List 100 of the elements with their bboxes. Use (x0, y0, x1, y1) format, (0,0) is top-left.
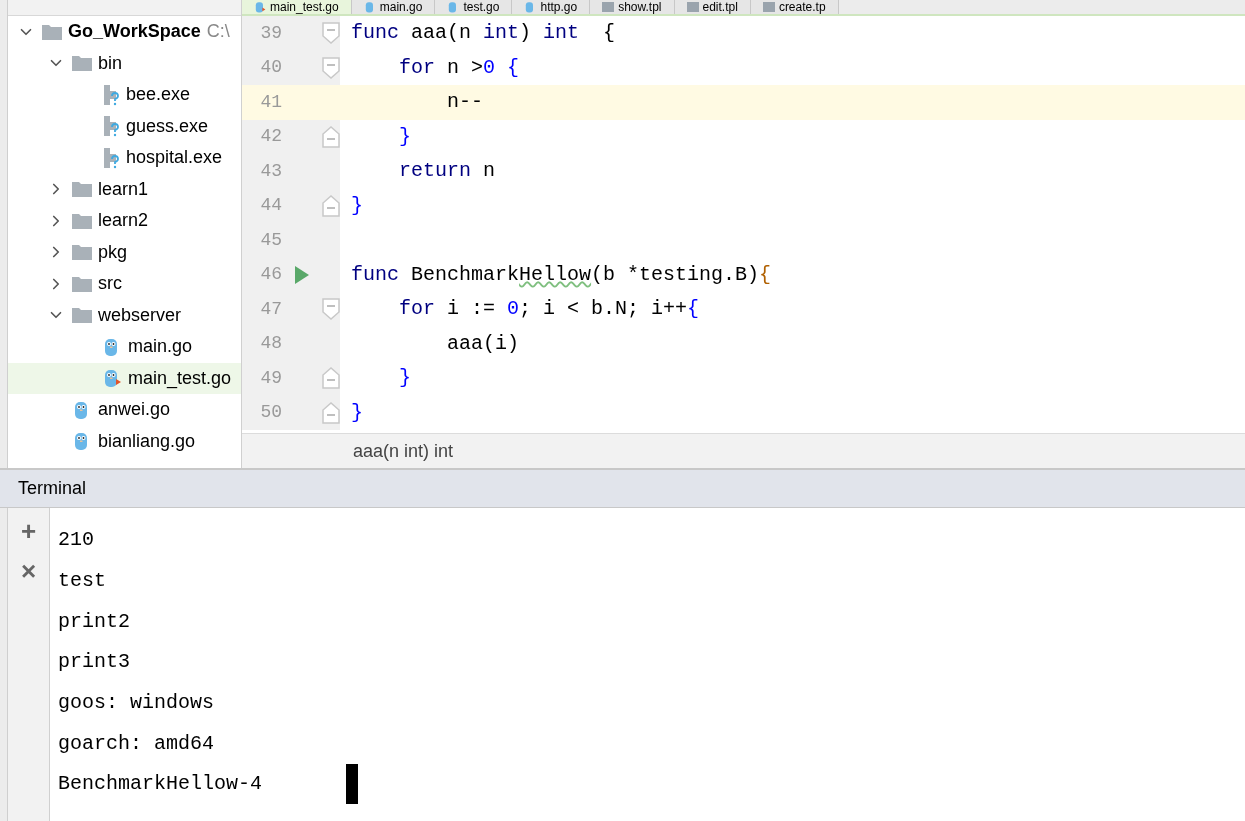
folder-icon (72, 307, 92, 324)
code-line: for i := 0; i < b.N; i++{ (398, 296, 700, 323)
tab-label: create.tp (778, 1, 826, 13)
folder-icon (72, 181, 92, 198)
folder-icon (42, 23, 62, 40)
tab-label: main_test.go (270, 1, 339, 13)
tab-label: http.go (540, 1, 578, 13)
item-label: pkg (98, 240, 128, 264)
code-line: } (398, 365, 411, 392)
line-number: 42 (259, 125, 282, 149)
code-line: func aaa(n int) int { (350, 20, 616, 47)
code-line: for n >0 { (398, 54, 520, 81)
tree-item[interactable]: learn2 (8, 205, 241, 237)
editor-tab[interactable]: show.tpl (590, 0, 675, 14)
unknown-file-icon (102, 146, 120, 169)
folder-icon (72, 55, 92, 72)
code-line: func BenchmarkHellow(b *testing.B){ (350, 261, 772, 288)
tree-item[interactable]: hospital.exe (8, 142, 241, 174)
fold-marker-icon[interactable] (322, 298, 340, 321)
file-icon (762, 2, 775, 12)
item-label: guess.exe (126, 114, 209, 138)
terminal-line: goarch: amd64 (58, 730, 215, 757)
terminal-line: 210 (58, 527, 94, 554)
tree-item[interactable]: anwei.go (8, 394, 241, 426)
tree-item[interactable]: bianliang.go (8, 425, 241, 457)
terminal-button[interactable]: + (20, 516, 37, 546)
fold-end-marker-icon[interactable] (322, 125, 340, 148)
folder-icon (72, 244, 92, 261)
file-icon (686, 2, 699, 12)
terminal-line: print3 (58, 649, 130, 676)
tree-item[interactable]: learn1 (8, 173, 241, 205)
item-label: main_test.go (128, 366, 232, 391)
tree-item[interactable]: bee.exe (8, 79, 241, 111)
tab-label: show.tpl (618, 1, 662, 13)
tree-item[interactable]: bin (8, 47, 241, 79)
terminal-line: print2 (58, 608, 130, 635)
item-label: hospital.exe (126, 146, 223, 170)
item-path: C:\ (206, 20, 230, 44)
line-number: 49 (259, 366, 282, 390)
tree-item[interactable]: webserver (8, 299, 241, 331)
line-number: 44 (259, 194, 282, 218)
item-label: Go_WorkSpace (68, 20, 201, 44)
editor-tab[interactable]: test.go (435, 0, 513, 14)
terminal-line: BenchmarkHellow-4 (58, 771, 263, 798)
tree-item[interactable]: main.go (8, 331, 241, 363)
code-line: n-- (446, 89, 484, 116)
terminal-button[interactable]: × (20, 556, 37, 586)
editor-tab[interactable]: create.tp (750, 0, 839, 14)
folder-icon (72, 275, 92, 292)
fold-end-marker-icon[interactable] (322, 367, 340, 390)
folder-icon (72, 212, 92, 229)
tree-item[interactable]: guess.exe (8, 110, 241, 142)
item-label: bin (98, 51, 123, 75)
tree-item[interactable]: main_test.go (8, 362, 241, 394)
line-number: 39 (259, 21, 282, 45)
code-line: } (398, 123, 411, 150)
line-number: 40 (259, 56, 282, 80)
tab-label: main.go (379, 1, 423, 13)
unknown-file-icon (102, 83, 120, 106)
line-number: 46 (259, 263, 282, 287)
item-label: anwei.go (98, 398, 171, 422)
breadcrumb[interactable]: aaa(n int) int (353, 437, 454, 465)
editor-tab[interactable]: main_test.go (242, 0, 352, 14)
item-label: bee.exe (126, 83, 191, 107)
terminal-line: goos: windows (58, 690, 215, 717)
gopher-icon (363, 1, 376, 13)
gopher-icon (102, 368, 122, 389)
gopher-icon (254, 1, 266, 13)
code-line: return n (398, 158, 496, 185)
line-number: 43 (259, 159, 282, 183)
item-label: webserver (98, 303, 182, 327)
line-number: 50 (259, 401, 282, 425)
unknown-file-icon (102, 115, 120, 138)
tree-item[interactable]: src (8, 268, 241, 300)
tree-item[interactable]: Go_WorkSpace C:\ (8, 16, 241, 48)
tree-item[interactable]: pkg (8, 236, 241, 268)
fold-marker-icon[interactable] (322, 22, 340, 45)
editor-tab[interactable]: edit.tpl (674, 0, 751, 14)
code-line: aaa(i) (446, 330, 520, 357)
item-label: main.go (128, 335, 193, 359)
fold-end-marker-icon[interactable] (322, 401, 340, 424)
item-label: learn2 (98, 209, 149, 233)
terminal-line: test (58, 568, 106, 595)
tab-label: test.go (463, 1, 500, 13)
item-label: learn1 (98, 177, 149, 201)
editor-tab[interactable]: main.go (351, 0, 436, 14)
editor-tab[interactable]: http.go (512, 0, 591, 14)
fold-marker-icon[interactable] (322, 56, 340, 79)
code-line: } (350, 399, 363, 426)
line-number: 45 (259, 228, 282, 252)
item-label: src (98, 272, 122, 296)
line-number: 41 (259, 90, 282, 114)
file-icon (602, 2, 615, 12)
line-number: 48 (259, 332, 282, 356)
tab-label: edit.tpl (702, 1, 738, 13)
code-line: } (350, 192, 363, 219)
run-icon[interactable] (294, 264, 310, 285)
line-number: 47 (259, 297, 282, 321)
fold-end-marker-icon[interactable] (322, 194, 340, 217)
item-label: bianliang.go (98, 429, 196, 453)
